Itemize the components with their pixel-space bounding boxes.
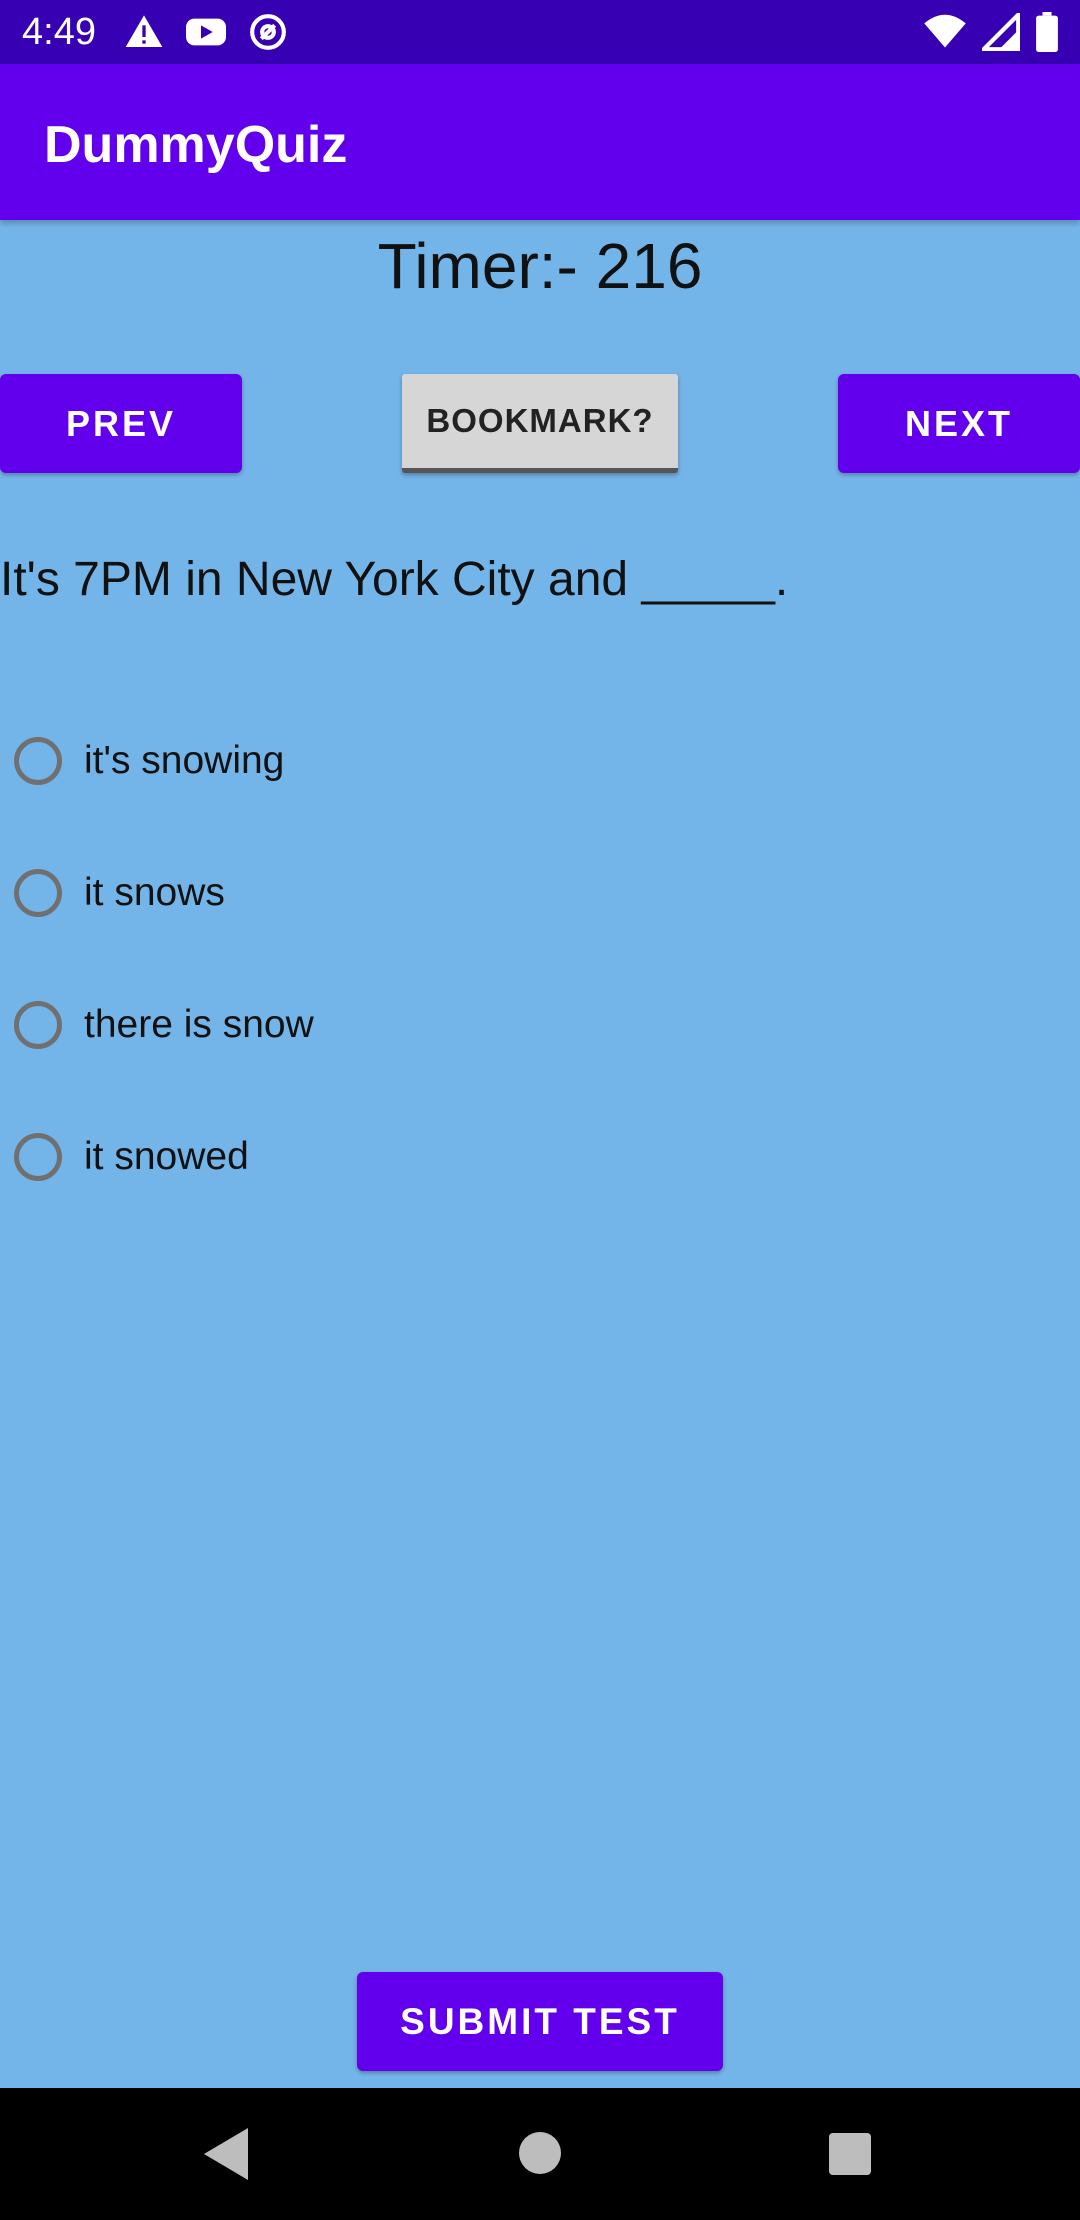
- recents-icon[interactable]: [829, 2133, 871, 2175]
- youtube-icon: [186, 18, 226, 46]
- option-label: it snows: [84, 871, 225, 914]
- next-button[interactable]: NEXT: [838, 374, 1080, 473]
- option-radio[interactable]: there is snow: [14, 990, 314, 1060]
- back-icon[interactable]: [204, 2128, 248, 2180]
- app-title: DummyQuiz: [44, 116, 348, 174]
- bookmark-button[interactable]: BOOKMARK?: [402, 374, 678, 473]
- status-bar: 4:49: [0, 0, 1080, 64]
- submit-test-button[interactable]: SUBMIT TEST: [357, 1972, 723, 2071]
- app-bar: DummyQuiz: [0, 64, 1080, 220]
- warning-icon: [125, 15, 163, 48]
- notification-icons: [124, 12, 288, 52]
- battery-icon: [1036, 12, 1058, 52]
- at-sign-icon: [250, 14, 286, 50]
- home-icon[interactable]: [519, 2132, 561, 2174]
- radio-button[interactable]: [14, 737, 62, 785]
- navigation-bar: [0, 2088, 1080, 2220]
- status-time: 4:49: [22, 11, 96, 53]
- question-text: It's 7PM in New York City and _____.: [0, 553, 789, 606]
- option-label: there is snow: [84, 1003, 314, 1046]
- prev-button[interactable]: PREV: [0, 374, 242, 473]
- radio-button[interactable]: [14, 1133, 62, 1181]
- system-icons: [924, 12, 1058, 52]
- option-radio[interactable]: it snowed: [14, 1122, 249, 1192]
- option-radio[interactable]: it snows: [14, 858, 225, 928]
- option-radio[interactable]: it's snowing: [14, 726, 284, 796]
- radio-button[interactable]: [14, 1001, 62, 1049]
- option-label: it snowed: [84, 1135, 249, 1178]
- radio-button[interactable]: [14, 869, 62, 917]
- option-label: it's snowing: [84, 739, 285, 782]
- wifi-icon: [924, 14, 966, 48]
- timer-label: Timer:- 216: [377, 230, 703, 302]
- signal-icon: [982, 13, 1020, 51]
